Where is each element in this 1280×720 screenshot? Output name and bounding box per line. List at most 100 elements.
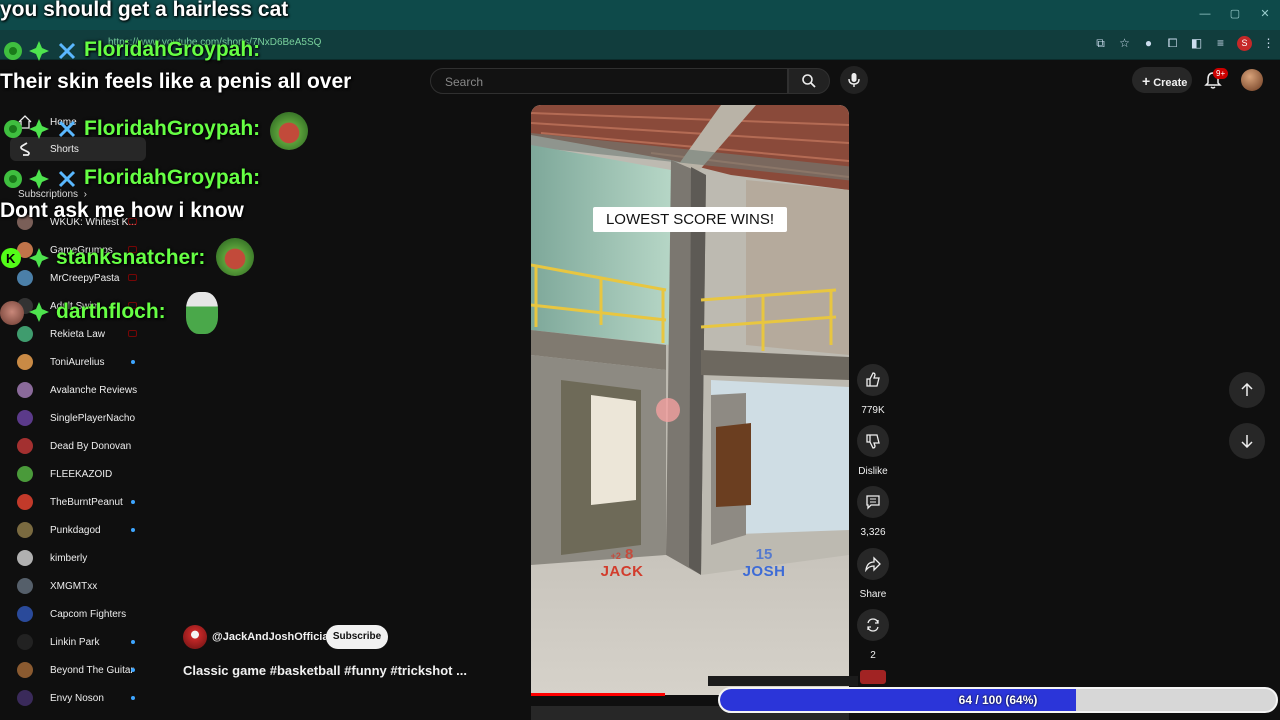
- create-label: Create: [1153, 77, 1188, 89]
- new-content-dot: [131, 640, 135, 644]
- next-short-button[interactable]: [1229, 423, 1265, 459]
- sidebar-item-channel[interactable]: SinglePlayerNacho: [14, 406, 150, 430]
- comments-button[interactable]: [857, 486, 889, 518]
- sidebar-item-channel[interactable]: FLEEKAZOID: [14, 462, 150, 486]
- browser-toolbar-icons: ⧉ ☆ ● ⧠ ◧ ≡ S ⋮: [1093, 36, 1276, 51]
- goal-progress-widget: 64 / 100 (64%): [718, 687, 1278, 713]
- plus-icon: +: [1142, 73, 1151, 89]
- sidebar-item-label: XMGMTxx: [50, 580, 98, 592]
- sidebar-item-channel[interactable]: Linkin Park: [14, 630, 150, 654]
- new-content-dot: [131, 528, 135, 532]
- channel-handle[interactable]: @JackAndJoshOfficial: [212, 631, 332, 643]
- sidebar-item-channel[interactable]: kimberly: [14, 546, 150, 570]
- comment-icon: [866, 495, 880, 510]
- subscriber-badge-icon: [29, 248, 49, 268]
- sidebar-item-label: ToniAurelius: [50, 356, 105, 368]
- chat-username: FloridahGroypah:: [84, 38, 261, 61]
- pepe-scream-emote: [216, 238, 254, 276]
- sidebar-item-label: Punkdagod: [50, 524, 101, 536]
- sidebar-item-label: Envy Noson: [50, 692, 104, 704]
- minimize-icon[interactable]: —: [1190, 0, 1220, 30]
- video-progress-bar[interactable]: [531, 693, 665, 696]
- maximize-icon[interactable]: ▢: [1220, 0, 1250, 30]
- pepe-scream-emote: [270, 112, 308, 150]
- remix-count: 2: [870, 650, 876, 661]
- browser-menu-icon[interactable]: ⋮: [1261, 36, 1276, 51]
- channel-avatar: [14, 522, 36, 538]
- sidepanel-icon[interactable]: ◧: [1189, 36, 1204, 51]
- sidebar-item-channel[interactable]: ToniAurelius: [14, 350, 150, 374]
- chat-badge-icon: [4, 42, 22, 60]
- channel-avatar-image: [17, 494, 33, 510]
- thumbs-down-icon: [866, 434, 880, 449]
- sidebar-item-label: MrCreepyPasta: [50, 272, 120, 284]
- sidebar-item-label: TheBurntPeanut: [50, 496, 123, 508]
- previous-short-button[interactable]: [1229, 372, 1265, 408]
- install-app-icon[interactable]: ⧉: [1093, 36, 1108, 51]
- sidebar-item-channel[interactable]: Envy Noson: [14, 686, 150, 710]
- channel-avatar: [14, 270, 36, 286]
- create-button[interactable]: + Create: [1132, 67, 1192, 93]
- search-input[interactable]: Search: [430, 68, 788, 94]
- subscribe-button[interactable]: Subscribe: [326, 625, 388, 649]
- like-action[interactable]: 779K: [857, 364, 889, 416]
- account-avatar[interactable]: [1241, 69, 1263, 91]
- thumbs-up-icon: [866, 372, 880, 387]
- live-indicator-icon: [128, 330, 137, 337]
- profile-avatar[interactable]: S: [1237, 36, 1252, 51]
- video-title[interactable]: Classic game #basketball #funny #tricksh…: [183, 663, 467, 678]
- dancing-emote: [186, 292, 218, 334]
- extensions-puzzle-icon[interactable]: ⧠: [1165, 36, 1180, 51]
- microphone-icon: [848, 73, 860, 87]
- close-icon[interactable]: ✕: [1250, 0, 1280, 30]
- channel-avatar-image: [17, 410, 33, 426]
- comments-action[interactable]: 3,326: [857, 486, 889, 538]
- sidebar-item-channel[interactable]: Rekieta Law: [14, 322, 150, 346]
- channel-avatar[interactable]: [183, 625, 207, 649]
- sidebar-item-channel[interactable]: Punkdagod: [14, 518, 150, 542]
- score-josh: 15 JOSH: [736, 546, 792, 580]
- subscriber-badge-icon: [29, 169, 49, 189]
- goal-progress-label: 64 / 100 (64%): [958, 693, 1038, 707]
- channel-avatar: [14, 690, 36, 706]
- sidebar-item-channel[interactable]: Dead By Donovan: [14, 434, 150, 458]
- sidebar-item-channel[interactable]: TheBurntPeanut: [14, 490, 150, 514]
- media-control-icon[interactable]: ≡: [1213, 36, 1228, 51]
- sidebar-item-channel[interactable]: Avalanche Reviews: [14, 378, 150, 402]
- like-button[interactable]: [857, 364, 889, 396]
- share-button[interactable]: [857, 548, 889, 580]
- share-action[interactable]: Share: [857, 548, 889, 600]
- sidebar-item-label: Rekieta Law: [50, 328, 106, 340]
- sidebar-item-label: Dead By Donovan: [50, 440, 132, 452]
- voice-search-button[interactable]: [840, 66, 868, 94]
- remix-icon: [867, 618, 879, 632]
- bookmark-star-icon[interactable]: ☆: [1117, 36, 1132, 51]
- channel-avatar: [14, 606, 36, 622]
- sidebar-item-channel[interactable]: XMGMTxx: [14, 574, 150, 598]
- sidebar-item-channel[interactable]: Capcom Fighters: [14, 602, 150, 626]
- dislike-label: Dislike: [858, 466, 888, 477]
- search-button[interactable]: [788, 68, 830, 94]
- extension-icon[interactable]: ●: [1141, 36, 1156, 51]
- channel-avatar-image: [17, 690, 33, 706]
- chat-badge-icon: [4, 120, 22, 138]
- chat-username: FloridahGroypah:: [84, 166, 261, 189]
- channel-avatar: [14, 662, 36, 678]
- sidebar-item-channel[interactable]: Beyond The Guitar: [14, 658, 150, 682]
- chat-message: Their skin feels like a penis all over: [0, 70, 352, 93]
- score-player-name: JACK: [600, 563, 644, 580]
- channel-avatar-image: [17, 634, 33, 650]
- new-content-dot: [131, 696, 135, 700]
- channel-avatar: [14, 634, 36, 650]
- sidebar-item-label: Capcom Fighters: [50, 608, 127, 620]
- comment-count: 3,326: [860, 527, 886, 538]
- dislike-button[interactable]: [857, 425, 889, 457]
- remix-action[interactable]: 2: [857, 609, 889, 661]
- remix-button[interactable]: [857, 609, 889, 641]
- channel-avatar: [14, 354, 36, 370]
- dislike-action[interactable]: Dislike: [857, 425, 889, 477]
- sound-thumbnail[interactable]: [860, 670, 886, 684]
- channel-avatar: [14, 578, 36, 594]
- short-video-player[interactable]: [531, 105, 849, 695]
- channel-avatar: [14, 550, 36, 566]
